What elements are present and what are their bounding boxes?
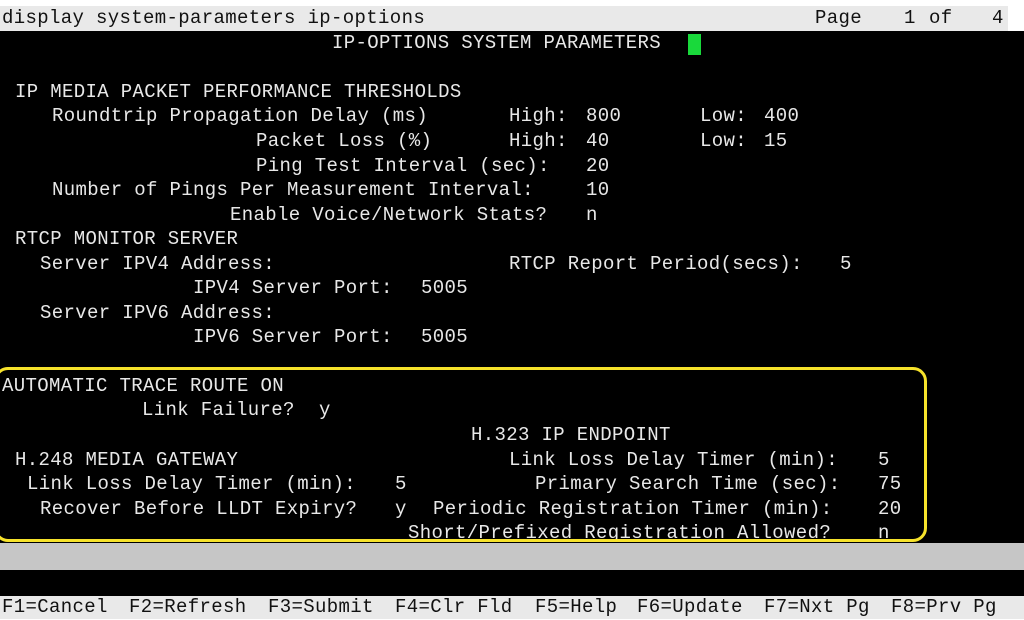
pings-per-interval-field[interactable]: 10 bbox=[586, 178, 610, 203]
packet-loss-low-label: Low: bbox=[700, 130, 748, 152]
section-heading-rtcp: RTCP MONITOR SERVER bbox=[15, 228, 239, 250]
ipv6-port-field[interactable]: 5005 bbox=[421, 325, 468, 350]
f4-clear-field-key[interactable]: F4=Clr Fld bbox=[395, 595, 513, 620]
f5-help-key[interactable]: F5=Help bbox=[535, 595, 617, 620]
text-cursor bbox=[688, 34, 701, 55]
f7-next-page-key[interactable]: F7=Nxt Pg bbox=[764, 595, 870, 620]
voice-stats-label: Enable Voice/Network Stats? bbox=[230, 204, 548, 226]
command-line: display system-parameters ip-options bbox=[2, 7, 426, 29]
ipv4-port-label: IPV4 Server Port: bbox=[193, 277, 393, 299]
packet-loss-high-label: High: bbox=[509, 130, 568, 152]
roundtrip-high-label: High: bbox=[509, 105, 568, 127]
roundtrip-delay-label: Roundtrip Propagation Delay (ms) bbox=[52, 105, 429, 127]
page-of-label: of bbox=[929, 7, 953, 29]
ipv6-port-label: IPV6 Server Port: bbox=[193, 326, 393, 348]
page-current: 1 bbox=[904, 7, 916, 29]
ipv6-address-label: Server IPV6 Address: bbox=[40, 302, 276, 324]
packet-loss-low-field[interactable]: 15 bbox=[764, 129, 788, 154]
roundtrip-high-field[interactable]: 800 bbox=[586, 104, 621, 129]
voice-stats-field[interactable]: n bbox=[586, 203, 598, 228]
roundtrip-low-field[interactable]: 400 bbox=[764, 104, 799, 129]
f2-refresh-key[interactable]: F2=Refresh bbox=[129, 595, 247, 620]
page-total: 4 bbox=[992, 7, 1004, 29]
f6-update-key[interactable]: F6=Update bbox=[637, 595, 743, 620]
ipv4-address-label: Server IPV4 Address: bbox=[40, 253, 276, 275]
message-line bbox=[0, 543, 1024, 570]
highlight-box bbox=[0, 367, 927, 542]
packet-loss-label: Packet Loss (%) bbox=[256, 130, 433, 152]
status-line bbox=[0, 570, 1024, 596]
report-period-field[interactable]: 5 bbox=[840, 252, 852, 277]
ping-interval-label: Ping Test Interval (sec): bbox=[256, 155, 550, 177]
pings-per-interval-label: Number of Pings Per Measurement Interval… bbox=[52, 179, 534, 201]
roundtrip-low-label: Low: bbox=[700, 105, 748, 127]
packet-loss-high-field[interactable]: 40 bbox=[586, 129, 610, 154]
section-heading-packet-thresholds: IP MEDIA PACKET PERFORMANCE THRESHOLDS bbox=[15, 81, 462, 103]
f8-previous-page-key[interactable]: F8=Prv Pg bbox=[891, 595, 997, 620]
f1-cancel-key[interactable]: F1=Cancel bbox=[2, 595, 108, 620]
f3-submit-key[interactable]: F3=Submit bbox=[268, 595, 374, 620]
ping-interval-field[interactable]: 20 bbox=[586, 154, 610, 179]
form-title: IP-OPTIONS SYSTEM PARAMETERS bbox=[332, 32, 662, 54]
page-label: Page bbox=[815, 7, 863, 29]
report-period-label: RTCP Report Period(secs): bbox=[509, 253, 803, 275]
ipv4-port-field[interactable]: 5005 bbox=[421, 276, 468, 301]
